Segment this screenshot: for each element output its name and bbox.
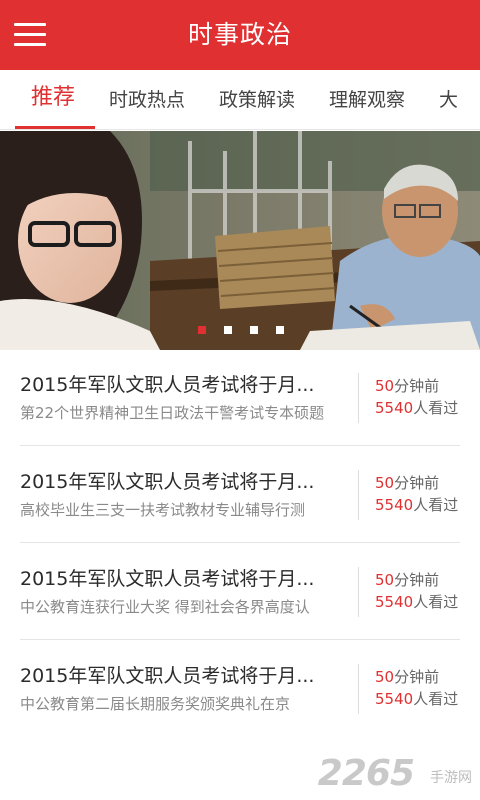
top-bar: 时事政治 — [0, 0, 480, 70]
vertical-divider — [358, 470, 359, 520]
carousel-dot-active[interactable] — [198, 326, 206, 334]
news-subtitle: 中公教育连获行业大奖 得到社会各界高度认 — [20, 598, 310, 616]
news-subtitle: 高校毕业生三支一扶考试教材专业辅导行测 — [20, 501, 306, 519]
news-item[interactable]: 2015年军队文职人员考试将于月... 中公教育连获行业大奖 得到社会各界高度认… — [0, 544, 480, 640]
tab-scroll-fade — [456, 70, 480, 129]
row-divider — [20, 542, 460, 543]
row-divider — [20, 445, 460, 446]
time-unit: 分钟前 — [394, 571, 440, 589]
tab-understanding-observation[interactable]: 理解观察 — [329, 87, 405, 113]
banner-carousel[interactable] — [0, 131, 480, 350]
carousel-dot[interactable] — [250, 326, 258, 334]
watermark-number: 2265 — [317, 753, 415, 794]
views-count: 5540 — [375, 593, 414, 611]
tab-policy-interpretation[interactable]: 政策解读 — [219, 87, 295, 113]
news-item[interactable]: 2015年军队文职人员考试将于月... 第22个世界精神卫生日政法干警考试专本硕… — [0, 350, 480, 446]
page-title: 时事政治 — [187, 20, 292, 49]
time-unit: 分钟前 — [394, 474, 440, 492]
news-time: 50分钟前 — [375, 472, 439, 494]
views-count: 5540 — [375, 690, 414, 708]
news-views: 5540人看过 — [375, 494, 458, 516]
vertical-divider — [358, 567, 359, 617]
views-count: 5540 — [375, 399, 414, 417]
active-tab-indicator — [15, 126, 95, 129]
banner-photo — [0, 131, 480, 350]
news-subtitle: 第22个世界精神卫生日政法干警考试专本硕题 — [20, 404, 325, 422]
time-value: 50 — [375, 668, 395, 686]
news-views: 5540人看过 — [375, 688, 458, 710]
views-unit: 人看过 — [413, 593, 459, 611]
news-title: 2015年军队文职人员考试将于月... — [20, 568, 315, 590]
news-time: 50分钟前 — [375, 375, 439, 397]
news-time: 50分钟前 — [375, 666, 439, 688]
carousel-dot[interactable] — [276, 326, 284, 334]
time-unit: 分钟前 — [394, 668, 440, 686]
vertical-divider — [358, 664, 359, 714]
carousel-dot[interactable] — [224, 326, 232, 334]
news-views: 5540人看过 — [375, 591, 458, 613]
news-item[interactable]: 2015年军队文职人员考试将于月... 高校毕业生三支一扶考试教材专业辅导行测 … — [0, 447, 480, 543]
views-count: 5540 — [375, 496, 414, 514]
tab-current-affairs[interactable]: 时政热点 — [109, 87, 185, 113]
news-item[interactable]: 2015年军队文职人员考试将于月... 中公教育第二届长期服务奖颁奖典礼在京 5… — [0, 641, 480, 737]
time-value: 50 — [375, 571, 395, 589]
news-time: 50分钟前 — [375, 569, 439, 591]
tab-recommend[interactable]: 推荐 — [31, 85, 75, 111]
time-value: 50 — [375, 377, 395, 395]
views-unit: 人看过 — [413, 496, 459, 514]
carousel-indicators — [0, 326, 480, 336]
views-unit: 人看过 — [413, 690, 459, 708]
news-views: 5540人看过 — [375, 397, 458, 419]
news-title: 2015年军队文职人员考试将于月... — [20, 374, 315, 396]
time-value: 50 — [375, 474, 395, 492]
views-unit: 人看过 — [413, 399, 459, 417]
row-divider — [20, 639, 460, 640]
news-subtitle: 中公教育第二届长期服务奖颁奖典礼在京 — [20, 695, 291, 713]
news-title: 2015年军队文职人员考试将于月... — [20, 471, 315, 493]
watermark-logo: 2265 手游网 — [312, 754, 472, 794]
news-title: 2015年军队文职人员考试将于月... — [20, 665, 315, 687]
time-unit: 分钟前 — [394, 377, 440, 395]
vertical-divider — [358, 373, 359, 423]
watermark-text: 手游网 — [430, 770, 472, 786]
category-tabs: 推荐 时政热点 政策解读 理解观察 大 — [0, 70, 480, 130]
